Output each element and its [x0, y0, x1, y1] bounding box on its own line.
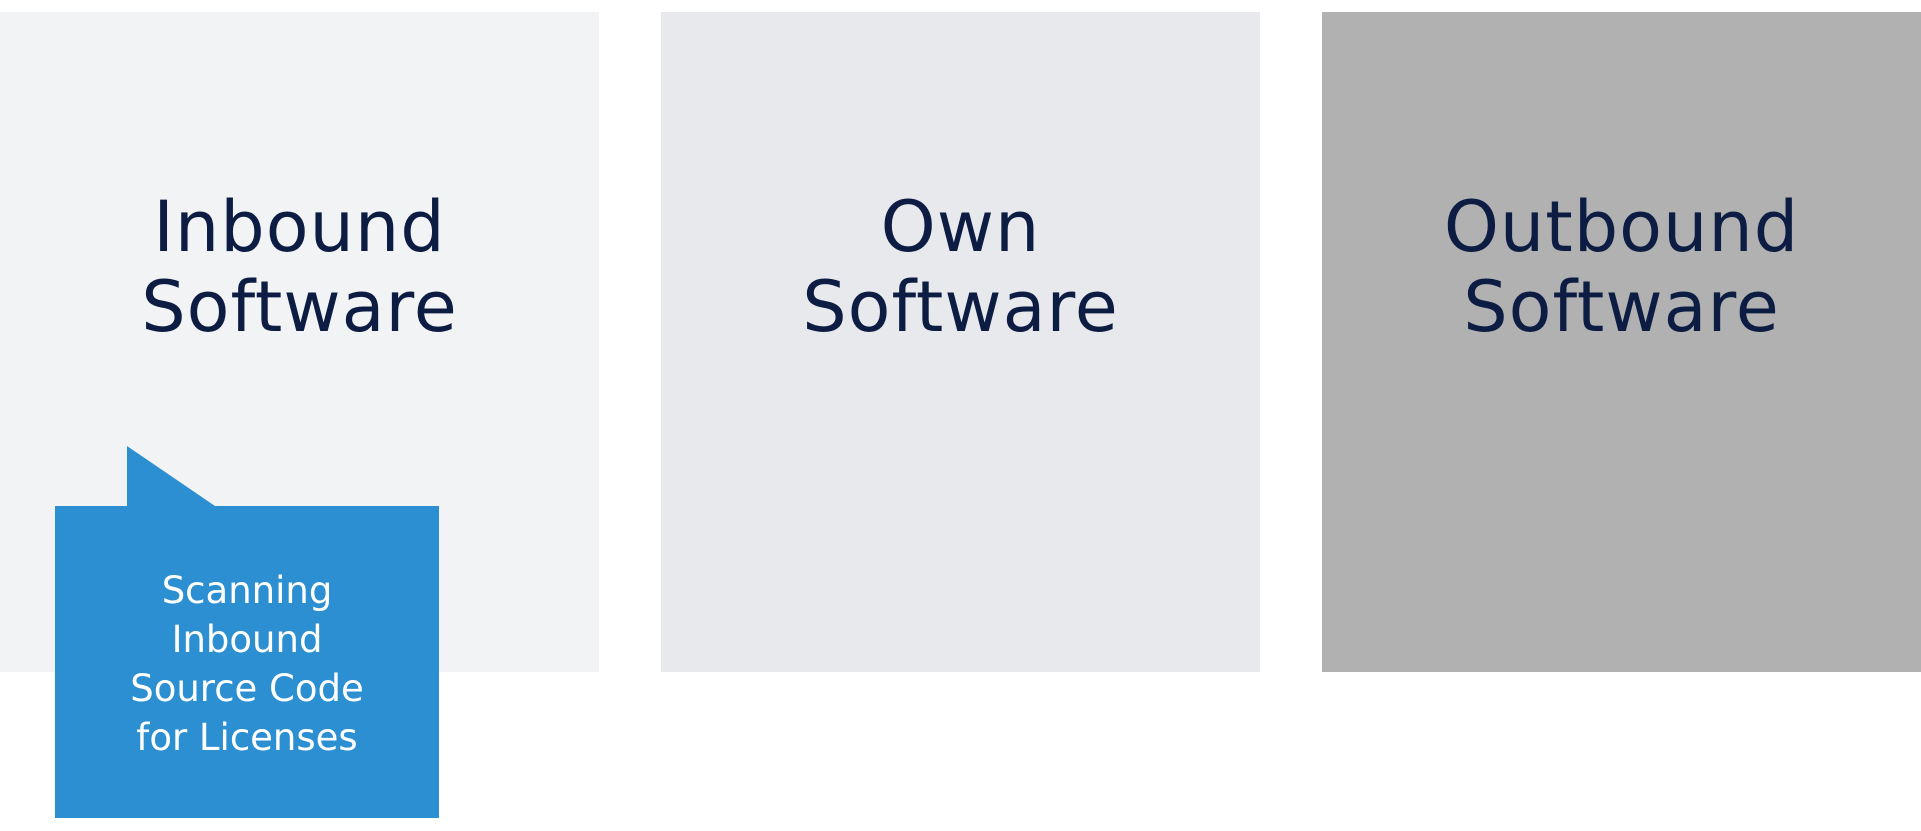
outbound-software-title: Outbound Software [1443, 186, 1800, 348]
scanning-callout: Scanning Inbound Source Code for License… [55, 446, 439, 818]
own-software-panel: Own Software [661, 12, 1260, 672]
outbound-software-panel: Outbound Software [1322, 12, 1921, 672]
inbound-software-title: Inbound Software [141, 186, 458, 348]
own-software-title: Own Software [802, 186, 1119, 348]
callout-text: Scanning Inbound Source Code for License… [130, 569, 364, 759]
